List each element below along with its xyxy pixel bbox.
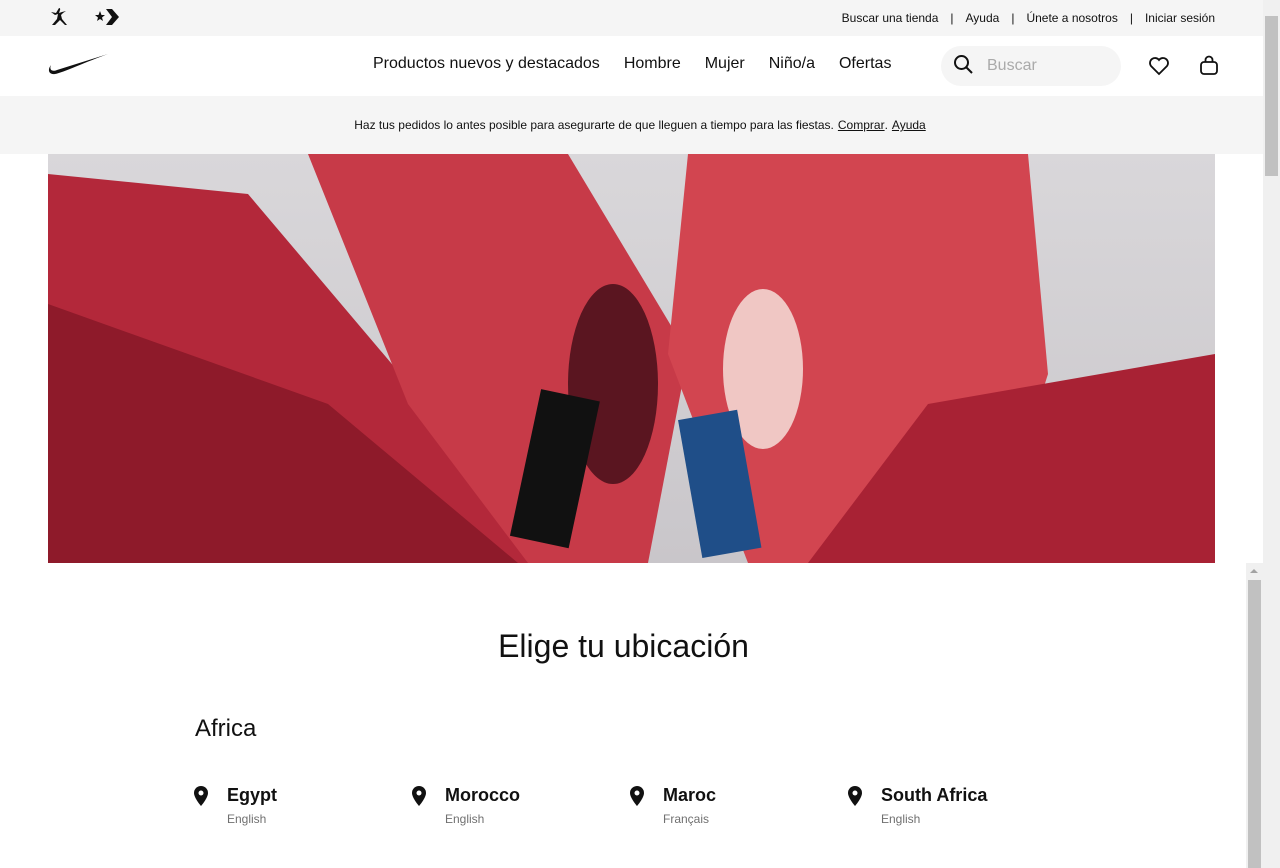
nike-logo-icon[interactable] bbox=[48, 53, 108, 80]
location-pin-icon bbox=[193, 785, 209, 826]
help-link[interactable]: Ayuda bbox=[966, 11, 1000, 25]
location-pin-icon bbox=[629, 785, 645, 826]
nav-women[interactable]: Mujer bbox=[705, 55, 745, 73]
main-nav: Productos nuevos y destacados Hombre Muj… bbox=[0, 36, 1280, 96]
sign-in-link[interactable]: Iniciar sesión bbox=[1145, 11, 1215, 25]
country-language: English bbox=[445, 812, 485, 826]
promo-text: Haz tus pedidos lo antes posible para as… bbox=[354, 118, 834, 132]
separator: | bbox=[1011, 11, 1015, 25]
promo-banner: Haz tus pedidos lo antes posible para as… bbox=[0, 96, 1280, 154]
nav-men[interactable]: Hombre bbox=[624, 55, 681, 73]
heart-icon[interactable] bbox=[1147, 54, 1171, 83]
page-scrollbar-thumb[interactable] bbox=[1265, 16, 1278, 176]
separator: | bbox=[1129, 11, 1133, 25]
country-list: Egypt English Morocco English Maroc Françai… bbox=[193, 785, 1065, 826]
inner-scrollbar[interactable] bbox=[1246, 563, 1263, 868]
country-south-africa[interactable]: South Africa English bbox=[847, 785, 1065, 826]
country-language: English bbox=[227, 812, 267, 826]
converse-logo-icon[interactable] bbox=[94, 7, 120, 30]
location-pin-icon bbox=[847, 785, 863, 826]
search-input[interactable]: Buscar bbox=[941, 46, 1121, 86]
country-name: Egypt bbox=[227, 785, 278, 805]
join-link[interactable]: Únete a nosotros bbox=[1026, 11, 1117, 25]
country-language: Français bbox=[663, 812, 710, 826]
utility-bar: Buscar una tienda | Ayuda | Únete a nosotr… bbox=[0, 0, 1280, 36]
find-store-link[interactable]: Buscar una tienda bbox=[842, 11, 939, 25]
nav-new-featured[interactable]: Productos nuevos y destacados bbox=[373, 55, 600, 73]
location-pin-icon bbox=[411, 785, 427, 826]
page-scrollbar[interactable] bbox=[1263, 0, 1280, 868]
country-name: Maroc bbox=[663, 785, 717, 805]
country-language: English bbox=[881, 812, 921, 826]
separator: | bbox=[950, 11, 954, 25]
scroll-up-arrow-icon[interactable] bbox=[1250, 569, 1258, 573]
search-placeholder: Buscar bbox=[987, 57, 1037, 74]
page-title: Elige tu ubicación bbox=[498, 628, 749, 664]
bag-icon[interactable] bbox=[1197, 54, 1221, 83]
promo-help-link[interactable]: Ayuda bbox=[892, 118, 926, 132]
country-name: Morocco bbox=[445, 785, 521, 805]
promo-shop-link[interactable]: Comprar bbox=[838, 118, 885, 132]
jordan-logo-icon[interactable] bbox=[48, 7, 70, 30]
hero-image bbox=[48, 154, 1215, 563]
country-maroc[interactable]: Maroc Français bbox=[629, 785, 847, 826]
country-name: South Africa bbox=[881, 785, 988, 805]
country-egypt[interactable]: Egypt English bbox=[193, 785, 411, 826]
nav-kids[interactable]: Niño/a bbox=[769, 55, 815, 73]
region-heading: Africa bbox=[195, 715, 257, 742]
nav-sale[interactable]: Ofertas bbox=[839, 55, 891, 73]
country-morocco[interactable]: Morocco English bbox=[411, 785, 629, 826]
search-icon bbox=[953, 54, 973, 79]
inner-scrollbar-thumb[interactable] bbox=[1248, 580, 1261, 868]
